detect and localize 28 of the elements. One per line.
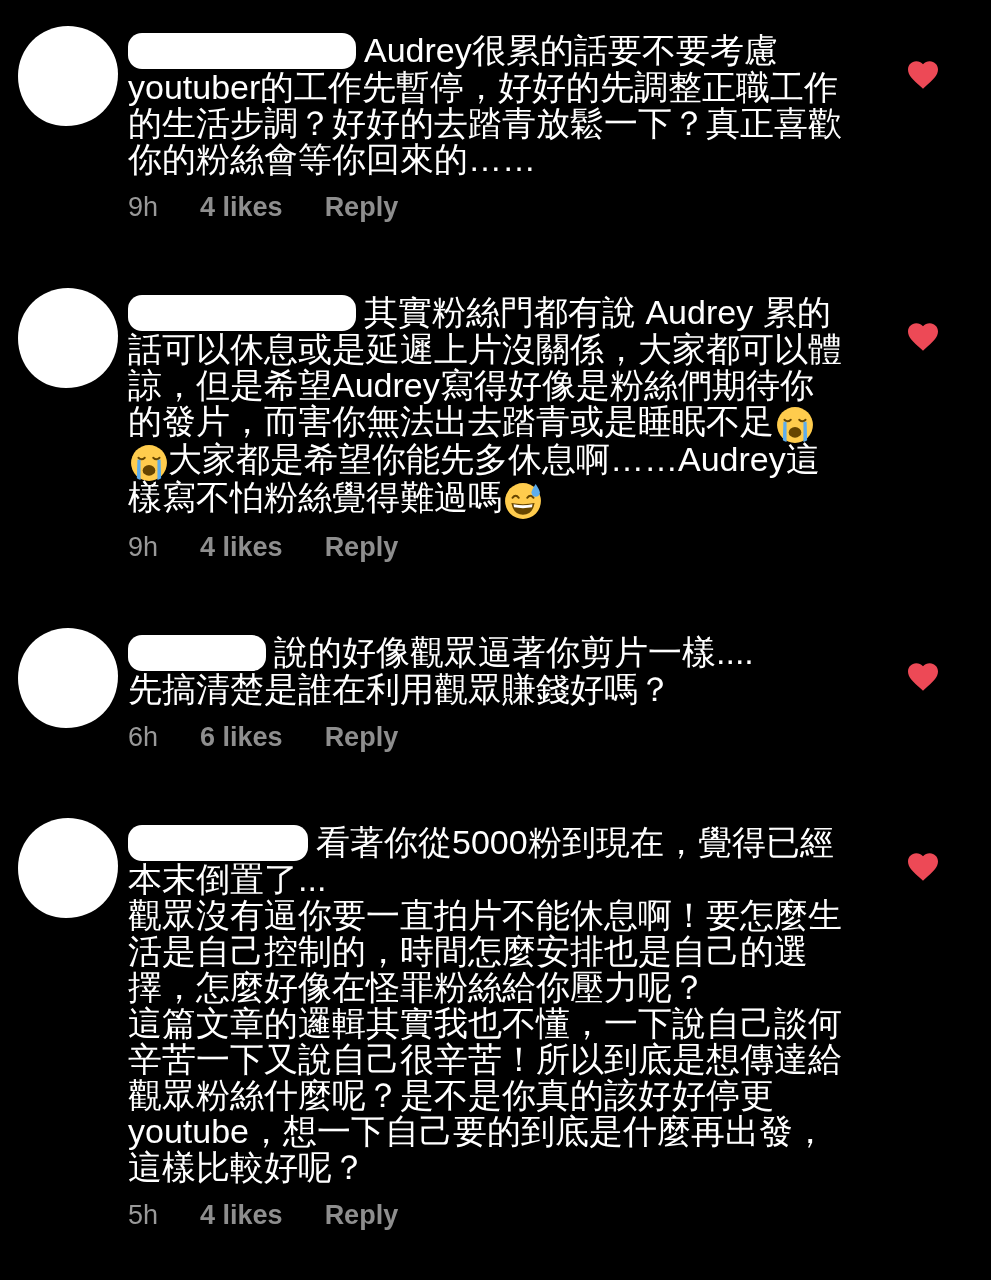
comment-text: 這篇文章的邏輯其實我也不懂，一下說自己談何辛苦一下又說自己很辛苦！所以到底是想傳達給觀眾粉絲什麼呢？是不是你真的該好好停更youtube，想一下自己要的到底是什麼再出發，這樣比較好呢？: [128, 1004, 842, 1186]
heart-icon[interactable]: [908, 663, 938, 691]
likes-link[interactable]: 4 likes: [200, 191, 283, 223]
comment-text: 看著你從5000粉到現在，覺得已經本末倒置了...: [128, 823, 834, 898]
comment-text: 其實粉絲門都有說 Audrey 累的話可以休息或是延遲上片沒關係，大家都可以體諒，但是希望Audrey寫得好像是粉絲們期待你: [128, 293, 842, 404]
likes-link[interactable]: 4 likes: [200, 531, 283, 563]
reply-button[interactable]: Reply: [324, 191, 399, 223]
reply-button[interactable]: Reply: [324, 531, 399, 563]
likes-link[interactable]: 6 likes: [200, 721, 283, 753]
comment-time: 9h: [128, 191, 159, 223]
comment-text: 樣寫不怕粉絲覺得難過嗎: [128, 478, 502, 516]
heart-icon[interactable]: [908, 853, 938, 881]
reply-button[interactable]: Reply: [324, 1199, 399, 1231]
crying-face-icon: [776, 406, 814, 444]
likes-link[interactable]: 4 likes: [200, 1199, 283, 1231]
comment-time: 5h: [128, 1199, 159, 1231]
crying-face-icon: [130, 444, 168, 482]
heart-icon[interactable]: [908, 323, 938, 351]
comment-text: Audrey很累的話要不要考慮youtuber的工作先暫停，好好的先調整正職工作的生活步調？好好的去踏青放鬆一下？真正喜歡你的粉絲會等你回來的……: [128, 31, 842, 178]
sweat-smile-icon: [504, 482, 542, 520]
heart-icon[interactable]: [908, 61, 938, 89]
comment-text: 說的好像觀眾逼著你剪片一樣....: [274, 633, 754, 671]
comment-text: 大家都是希望你能先多休息啊……Audrey這: [168, 440, 820, 478]
comment-time: 9h: [128, 531, 159, 563]
reply-button[interactable]: Reply: [324, 721, 399, 753]
comment-text: 觀眾沒有逼你要一直拍片不能休息啊！要怎麼生活是自己控制的，時間怎麼安排也是自己的選擇，怎麼好像在怪罪粉絲給你壓力呢？: [128, 896, 842, 1006]
comment-text: 先搞清楚是誰在利用觀眾賺錢好嗎？: [128, 670, 672, 708]
comment-time: 6h: [128, 721, 159, 753]
